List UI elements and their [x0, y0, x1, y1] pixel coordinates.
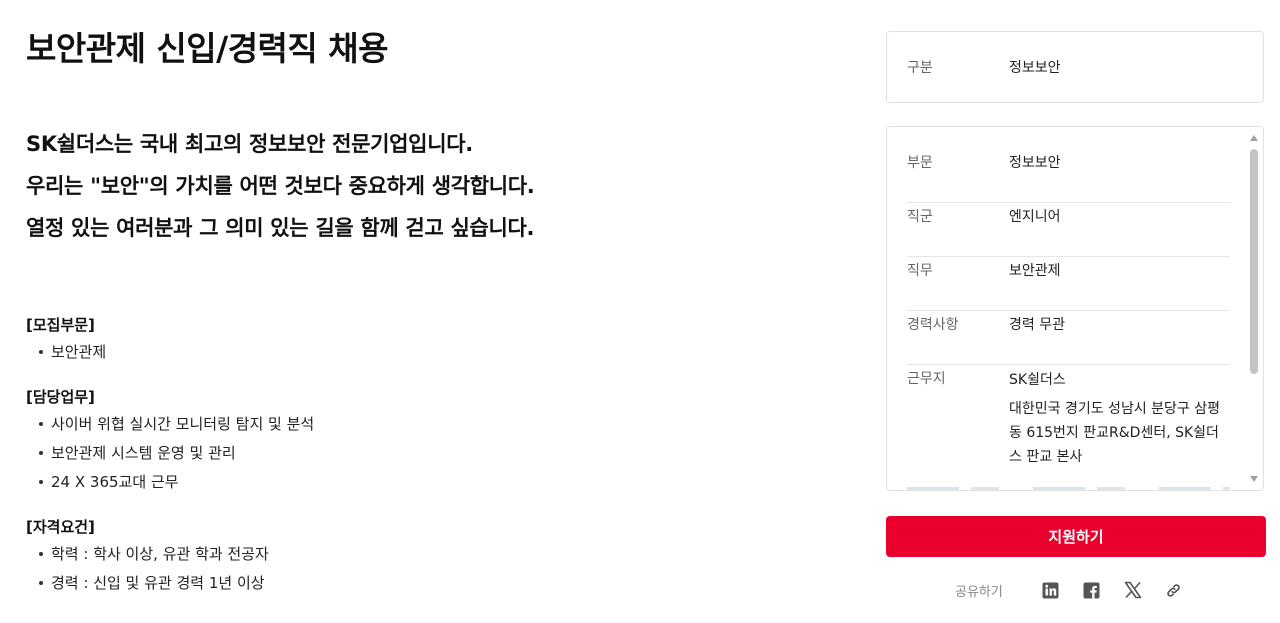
list-item-text: 사이버 위협 실시간 모니터링 탐지 및 분석	[51, 415, 315, 433]
detail-label: 직군	[907, 209, 933, 225]
list-item-text: 보안관제	[51, 343, 107, 361]
section-heading: [모집부문]	[26, 316, 95, 334]
detail-row-job-role: 직무 보안관제	[907, 257, 1230, 311]
category-label: 구분	[907, 60, 933, 76]
list-item-text: 24 X 365교대 근무	[51, 473, 179, 491]
scrollbar[interactable]	[1247, 131, 1261, 486]
bullet-icon	[39, 581, 43, 585]
share-label: 공유하기	[955, 584, 1003, 600]
intro-text: SK쉴더스는 국내 최고의 정보보안 전문기업입니다. 우리는 "보안"의 가치…	[26, 128, 535, 254]
intro-line: 열정 있는 여러분과 그 의미 있는 길을 함께 걷고 싶습니다.	[26, 216, 535, 240]
job-detail-list: 부문 정보보안 직군 엔지니어 직무 보안관제 경력사항 경력 무관 근무지 S…	[907, 149, 1230, 469]
bullet-icon	[39, 350, 43, 354]
section-responsibilities: [담당업무] 사이버 위협 실시간 모니터링 탐지 및 분석 보안관제 시스템 …	[26, 385, 826, 499]
job-description: [모집부문] 보안관제 [담당업무] 사이버 위협 실시간 모니터링 탐지 및 …	[26, 313, 826, 616]
location-company: SK쉴더스	[1009, 372, 1066, 388]
list-item: 사이버 위협 실시간 모니터링 탐지 및 분석	[26, 412, 826, 441]
bullet-icon	[39, 480, 43, 484]
section-recruitment-area: [모집부문] 보안관제	[26, 313, 826, 369]
detail-row-experience: 경력사항 경력 무관	[907, 311, 1230, 365]
detail-row-division: 부문 정보보안	[907, 149, 1230, 203]
list-item-text: 보안관제 시스템 운영 및 관리	[51, 444, 236, 462]
scroll-down-arrow-icon[interactable]	[1250, 476, 1258, 482]
category-card: 구분 정보보안	[886, 31, 1264, 103]
category-row: 구분 정보보안	[907, 57, 1061, 79]
link-icon[interactable]	[1164, 580, 1184, 600]
intro-line: SK쉴더스는 국내 최고의 정보보안 전문기업입니다.	[26, 132, 473, 156]
list-item: 학력 : 학사 이상, 유관 학과 전공자	[26, 542, 826, 571]
list-item-text: 경력 : 신입 및 유관 경력 1년 이상	[51, 574, 265, 592]
detail-label: 직무	[907, 263, 933, 279]
location-value: SK쉴더스 대한민국 경기도 성남시 분당구 삼평동 615번지 판교R&D센터…	[1009, 368, 1227, 469]
scrollbar-thumb[interactable]	[1250, 149, 1258, 374]
bullet-icon	[39, 451, 43, 455]
bullet-icon	[39, 422, 43, 426]
scroll-up-arrow-icon[interactable]	[1250, 135, 1258, 141]
intro-line: 우리는 "보안"의 가치를 어떤 것보다 중요하게 생각합니다.	[26, 174, 535, 198]
facebook-icon[interactable]	[1082, 580, 1102, 600]
apply-button[interactable]: 지원하기	[886, 516, 1266, 557]
share-bar: 공유하기	[955, 578, 1205, 602]
page-title: 보안관제 신입/경력직 채용	[26, 29, 389, 68]
detail-row-location: 근무지 SK쉴더스 대한민국 경기도 성남시 분당구 삼평동 615번지 판교R…	[907, 365, 1230, 469]
list-item: 경력 : 신입 및 유관 경력 1년 이상	[26, 571, 826, 600]
detail-value: 보안관제	[1009, 263, 1061, 279]
job-detail-card[interactable]: 부문 정보보안 직군 엔지니어 직무 보안관제 경력사항 경력 무관 근무지 S…	[886, 126, 1264, 491]
bullet-icon	[39, 552, 43, 556]
list-item: 24 X 365교대 근무	[26, 470, 826, 499]
detail-label: 부문	[907, 155, 933, 171]
section-heading: [담당업무]	[26, 388, 95, 406]
detail-value: 정보보안	[1009, 155, 1061, 171]
list-item: 보안관제 시스템 운영 및 관리	[26, 441, 826, 470]
section-heading: [자격요건]	[26, 518, 95, 536]
section-qualifications: [자격요건] 학력 : 학사 이상, 유관 학과 전공자 경력 : 신입 및 유…	[26, 515, 826, 600]
detail-value: 경력 무관	[1009, 317, 1065, 333]
location-address: 대한민국 경기도 성남시 분당구 삼평동 615번지 판교R&D센터, SK쉴더…	[1009, 401, 1220, 465]
detail-row-job-group: 직군 엔지니어	[907, 203, 1230, 257]
linkedin-icon[interactable]	[1041, 580, 1061, 600]
detail-label: 근무지	[907, 371, 946, 387]
list-item-text: 학력 : 학사 이상, 유관 학과 전공자	[51, 545, 269, 563]
detail-value: 엔지니어	[1009, 209, 1061, 225]
x-icon[interactable]	[1123, 580, 1143, 600]
job-posting-page: 보안관제 신입/경력직 채용 SK쉴더스는 국내 최고의 정보보안 전문기업입니…	[0, 0, 1280, 623]
list-item: 보안관제	[26, 340, 826, 369]
next-row-peek	[907, 487, 1230, 490]
detail-label: 경력사항	[907, 317, 959, 333]
category-value: 정보보안	[1009, 60, 1061, 76]
